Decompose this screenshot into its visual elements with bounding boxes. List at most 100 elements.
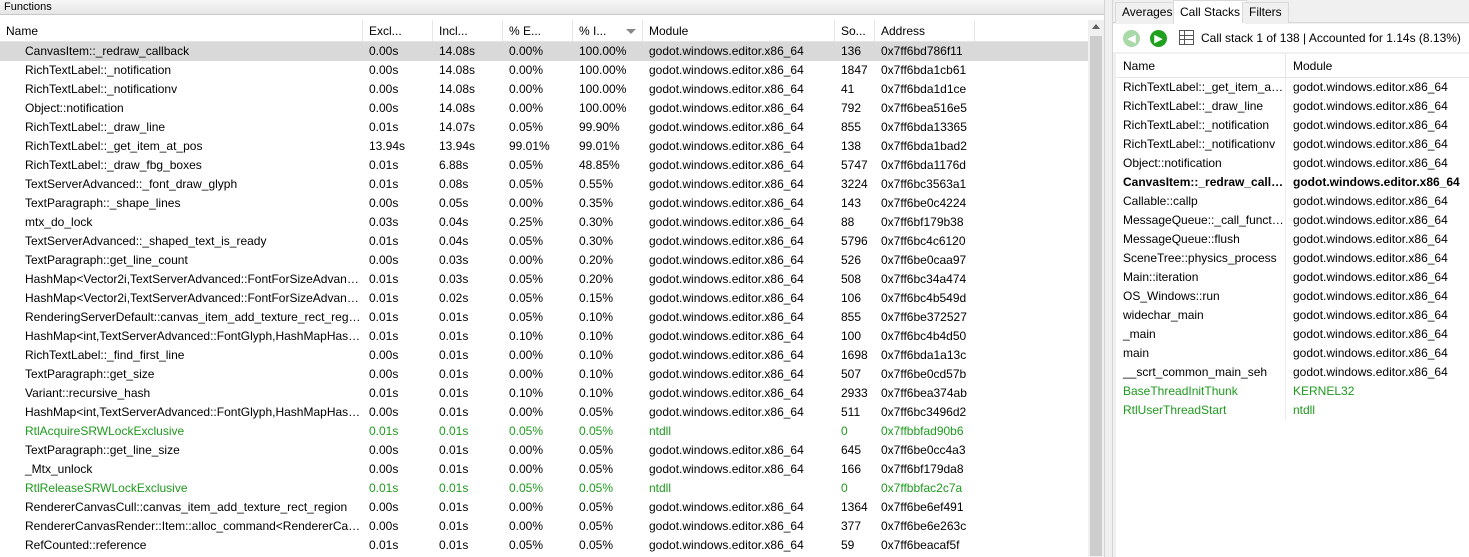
table-row[interactable]: TextServerAdvanced::_font_draw_glyph 0.01… [0, 175, 1088, 194]
pct-inclusive: 0.05% [579, 481, 614, 495]
col-module[interactable]: Module [643, 20, 835, 42]
call-stack-rows: RichTextLabel::_get_item_at_... godot.win… [1116, 78, 1469, 420]
table-row[interactable]: Variant::recursive_hash 0.01s 0.01s 0.10% 0.… [0, 384, 1088, 403]
function-name: RichTextLabel::_draw_line [25, 120, 166, 134]
table-row[interactable]: mtx_do_lock 0.03s 0.04s 0.25% 0.30% godot.win… [0, 213, 1088, 232]
table-row[interactable]: RendererCanvasRender::Item::alloc_comman… [0, 517, 1088, 536]
table-row[interactable]: _Mtx_unlock 0.00s 0.01s 0.00% 0.05% godot.win… [0, 460, 1088, 479]
col-source[interactable]: So... [835, 20, 875, 42]
table-row[interactable]: RichTextLabel::_notification 0.00s 14.08s 0… [0, 61, 1088, 80]
list-item[interactable]: RtlUserThreadStart ntdll [1116, 401, 1469, 420]
list-item[interactable]: RichTextLabel::_draw_line godot.windows.e… [1116, 97, 1469, 116]
list-item[interactable]: Callable::callp godot.windows.editor.x86_… [1116, 192, 1469, 211]
list-item[interactable]: SceneTree::physics_process godot.windows.… [1116, 249, 1469, 268]
frame-module: godot.windows.editor.x86_64 [1293, 251, 1448, 265]
list-item[interactable]: RichTextLabel::_notification godot.window… [1116, 116, 1469, 135]
source-line: 3224 [841, 177, 868, 191]
table-row[interactable]: TextParagraph::get_size 0.00s 0.01s 0.00% 0.… [0, 365, 1088, 384]
pct-exclusive: 0.05% [509, 234, 544, 248]
table-row[interactable]: RendererCanvasCull::canvas_item_add_text… [0, 498, 1088, 517]
table-row[interactable]: RtlAcquireSRWLockExclusive 0.01s 0.01s 0.05… [0, 422, 1088, 441]
table-row[interactable]: HashMap<int,TextServerAdvanced::FontGlyp… [0, 403, 1088, 422]
col-address[interactable]: Address [875, 20, 975, 42]
functions-scrollbar[interactable] [1088, 20, 1104, 557]
pct-inclusive: 0.05% [579, 500, 614, 514]
list-item[interactable]: _main godot.windows.editor.x86_64 [1116, 325, 1469, 344]
table-row[interactable]: RichTextLabel::_get_item_at_pos 13.94s 13.… [0, 137, 1088, 156]
stack-col-module[interactable]: Module [1286, 54, 1469, 78]
table-row[interactable]: HashMap<int,TextServerAdvanced::FontGlyp… [0, 327, 1088, 346]
pct-exclusive: 0.05% [509, 120, 544, 134]
source-line: 507 [841, 367, 862, 381]
col-name[interactable]: Name [0, 20, 363, 42]
list-item[interactable]: RichTextLabel::_get_item_at_... godot.win… [1116, 78, 1469, 97]
table-row[interactable]: RtlReleaseSRWLockExclusive 0.01s 0.01s 0.05… [0, 479, 1088, 498]
function-name: RendererCanvasRender::Item::alloc_comman… [25, 519, 363, 533]
table-row[interactable]: RefCounted::reference 0.01s 0.01s 0.05% 0.05… [0, 536, 1088, 555]
call-stack-table: Name Module RichTextLabel::_get_item_at_… [1116, 54, 1469, 557]
inclusive-time: 14.07s [439, 120, 476, 134]
table-row[interactable]: CanvasItem::_redraw_callback 0.00s 14.08s 0… [0, 42, 1088, 61]
list-item[interactable]: CanvasItem::_redraw_callb... godot.window… [1116, 173, 1469, 192]
function-name: RichTextLabel::_notificationv [25, 82, 178, 96]
list-item[interactable]: BaseThreadInitThunk KERNEL32 [1116, 382, 1469, 401]
table-row[interactable]: RichTextLabel::_find_first_line 0.00s 0.01… [0, 346, 1088, 365]
pct-inclusive: 0.10% [579, 329, 614, 343]
back-button[interactable]: ◀ [1123, 30, 1140, 47]
inclusive-time: 0.01s [439, 519, 469, 533]
frame-module: godot.windows.editor.x86_64 [1293, 365, 1448, 379]
pct-inclusive: 100.00% [579, 44, 627, 58]
grid-icon[interactable] [1179, 30, 1194, 45]
list-item[interactable]: __scrt_common_main_seh godot.windows.edit… [1116, 363, 1469, 382]
forward-button[interactable]: ▶ [1150, 30, 1167, 47]
list-item[interactable]: OS_Windows::run godot.windows.editor.x86_… [1116, 287, 1469, 306]
address: 0x7ff6be0cd57b [881, 367, 967, 381]
source-line: 1364 [841, 500, 868, 514]
pct-exclusive: 0.00% [509, 44, 544, 58]
tab-call-stacks[interactable]: Call Stacks [1173, 0, 1248, 24]
frame-name: CanvasItem::_redraw_callb... [1116, 173, 1286, 192]
table-row[interactable]: Object::notification 0.00s 14.08s 0.00% 100.… [0, 99, 1088, 118]
function-name: RtlReleaseSRWLockExclusive [25, 481, 188, 495]
table-row[interactable]: HashMap<Vector2i,TextServerAdvanced::Fon… [0, 270, 1088, 289]
table-row[interactable]: TextParagraph::get_line_size 0.00s 0.01s 0.… [0, 441, 1088, 460]
pane-splitter[interactable] [1104, 0, 1113, 557]
table-row[interactable]: RichTextLabel::_draw_fbg_boxes 0.01s 6.88s… [0, 156, 1088, 175]
list-item[interactable]: main godot.windows.editor.x86_64 [1116, 344, 1469, 363]
table-row[interactable]: RichTextLabel::_notificationv 0.00s 14.08s… [0, 80, 1088, 99]
list-item[interactable]: RichTextLabel::_notificationv godot.windo… [1116, 135, 1469, 154]
list-item[interactable]: widechar_main godot.windows.editor.x86_64 [1116, 306, 1469, 325]
module-name: godot.windows.editor.x86_64 [649, 443, 804, 457]
table-row[interactable]: RichTextLabel::_draw_line 0.01s 14.07s 0.05… [0, 118, 1088, 137]
function-name: RenderingServerDefault::canvas_item_add_… [25, 310, 363, 324]
pct-exclusive: 0.00% [509, 367, 544, 381]
list-item[interactable]: MessageQueue::_call_function godot.window… [1116, 211, 1469, 230]
list-item[interactable]: Main::iteration godot.windows.editor.x86_… [1116, 268, 1469, 287]
col-pct-inclusive[interactable]: % I... [573, 20, 643, 42]
table-row[interactable]: TextParagraph::get_line_count 0.00s 0.03s 0… [0, 251, 1088, 270]
inclusive-time: 0.01s [439, 329, 469, 343]
frame-module: godot.windows.editor.x86_64 [1293, 346, 1448, 360]
tab-filters[interactable]: Filters [1242, 2, 1289, 23]
list-item[interactable]: MessageQueue::flush godot.windows.editor.… [1116, 230, 1469, 249]
scrollbar-thumb[interactable] [1090, 36, 1102, 556]
table-row[interactable]: TextParagraph::_shape_lines 0.00s 0.05s 0.0… [0, 194, 1088, 213]
table-row[interactable]: TextServerAdvanced::_shaped_text_is_read… [0, 232, 1088, 251]
exclusive-time: 0.01s [369, 329, 399, 343]
list-item[interactable]: Object::notification godot.windows.editor… [1116, 154, 1469, 173]
source-line: 0 [841, 481, 848, 495]
frame-module: godot.windows.editor.x86_64 [1293, 289, 1448, 303]
table-row[interactable]: HashMap<Vector2i,TextServerAdvanced::Fon… [0, 289, 1088, 308]
module-name: godot.windows.editor.x86_64 [649, 291, 804, 305]
col-exclusive[interactable]: Excl... [363, 20, 433, 42]
source-line: 5747 [841, 158, 868, 172]
stack-col-name[interactable]: Name [1116, 54, 1286, 78]
scroll-up-arrow-icon[interactable] [1092, 24, 1100, 29]
col-inclusive[interactable]: Incl... [433, 20, 503, 42]
source-line: 88 [841, 215, 855, 229]
address: 0x7ff6bc3563a1 [881, 177, 967, 191]
tab-averages[interactable]: Averages [1115, 2, 1180, 23]
table-row[interactable]: RenderingServerDefault::canvas_item_add_… [0, 308, 1088, 327]
source-line: 855 [841, 310, 862, 324]
col-pct-exclusive[interactable]: % E... [503, 20, 573, 42]
